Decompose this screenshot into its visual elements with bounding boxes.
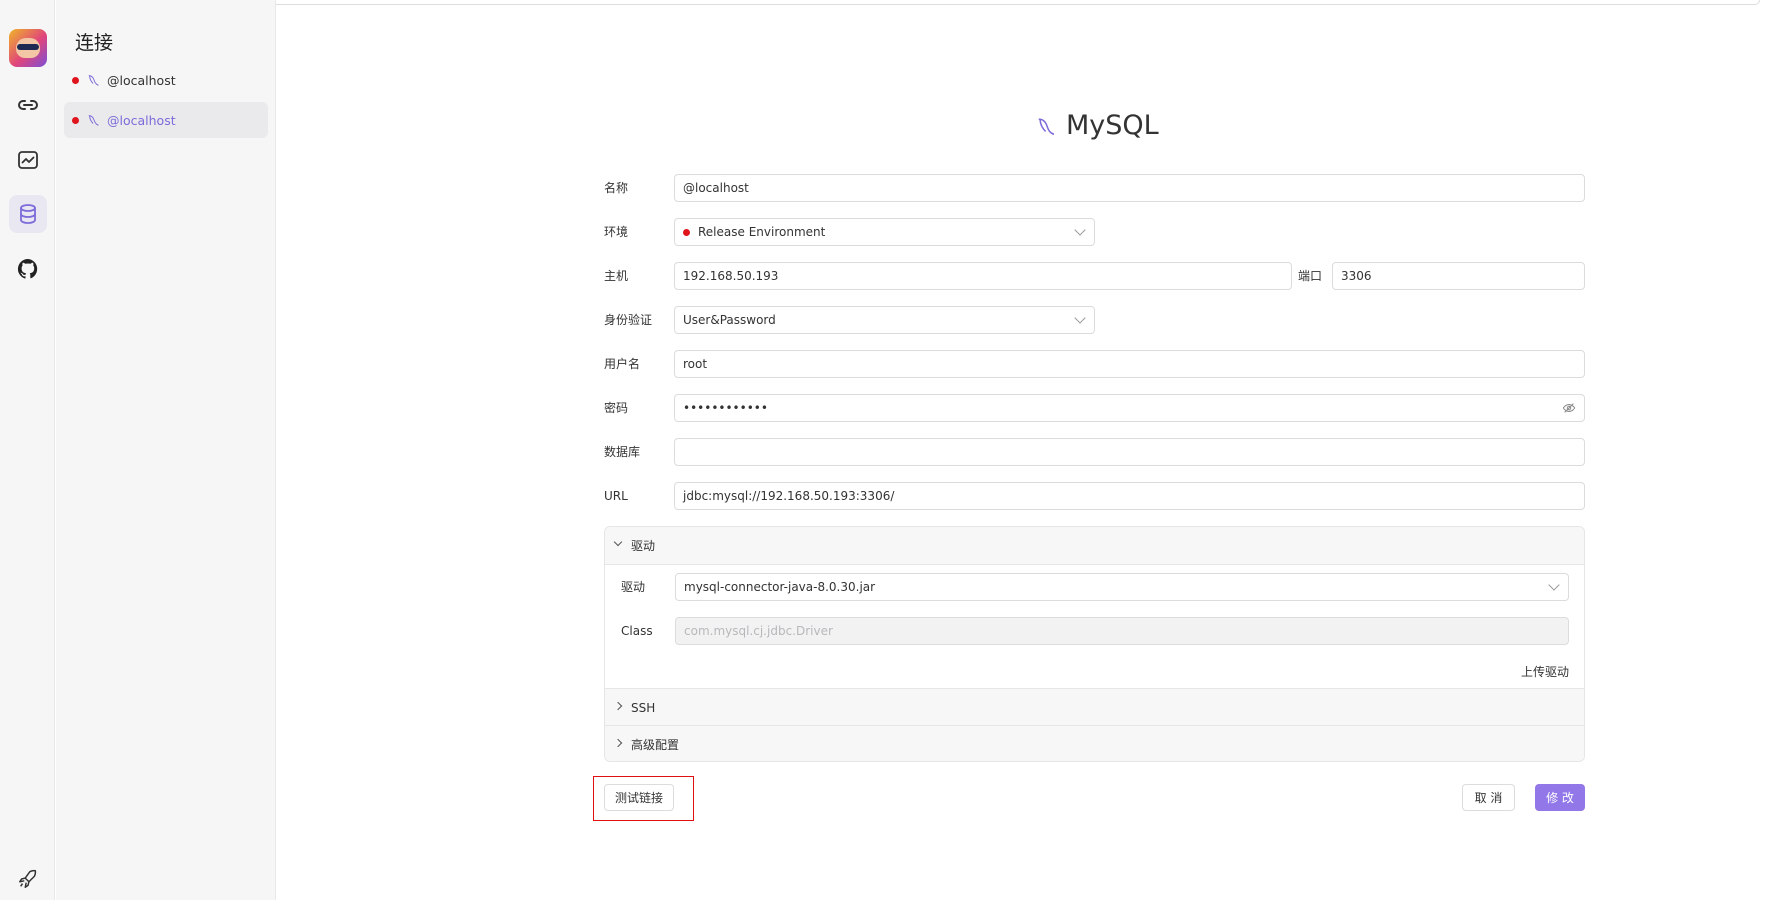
password-value: •••••••••••• [683,401,768,415]
chevron-down-icon [614,538,622,546]
icon-rail [0,0,55,900]
chevron-down-icon [1548,579,1559,590]
ssh-section-header[interactable]: SSH [605,689,1584,726]
password-input[interactable]: •••••••••••• [674,394,1585,422]
divider [605,564,1584,565]
sidebar-item-label: @localhost [107,73,176,88]
upload-driver-link[interactable]: 上传驱动 [1521,663,1569,680]
monitor-icon[interactable] [9,141,47,179]
env-select-value: Release Environment [698,225,825,239]
host-label: 主机 [604,262,628,290]
mysql-dolphin-icon [87,113,101,127]
link-icon[interactable] [9,86,47,124]
mysql-dolphin-icon [1036,115,1058,137]
status-dot-icon [72,77,79,84]
chevron-down-icon [1074,312,1085,323]
password-label: 密码 [604,394,628,422]
database-input[interactable] [674,438,1585,466]
url-input[interactable]: jdbc:mysql://192.168.50.193:3306/ [674,482,1585,510]
name-input[interactable]: @localhost [674,174,1585,202]
driver-section-title: 驱动 [631,537,655,554]
user-label: 用户名 [604,350,640,378]
database-icon[interactable] [9,195,47,233]
mysql-dolphin-icon [87,73,101,87]
sidebar-item-label: @localhost [107,113,176,128]
settings-panel: 驱动 驱动 mysql-connector-java-8.0.30.jar Cl… [604,526,1585,762]
env-status-dot-icon [683,229,690,236]
database-label: 数据库 [604,438,640,466]
sidebar-title: 连接 [75,28,113,55]
username-input[interactable]: root [674,350,1585,378]
rocket-icon[interactable] [17,868,39,890]
advanced-section-title: 高级配置 [631,736,679,753]
auth-select-value: User&Password [683,313,776,327]
chevron-down-icon [1074,224,1085,235]
env-label: 环境 [604,218,628,246]
url-label: URL [604,482,628,510]
form-title: MySQL [1066,110,1159,141]
github-icon[interactable] [9,250,47,288]
advanced-section-header[interactable]: 高级配置 [605,726,1584,762]
port-input[interactable]: 3306 [1332,262,1585,290]
ssh-section-title: SSH [631,701,655,715]
form-heading: MySQL [1036,110,1159,141]
driver-select[interactable]: mysql-connector-java-8.0.30.jar [675,573,1569,601]
submit-button[interactable]: 修 改 [1535,784,1585,811]
driver-section-header[interactable]: 驱动 [605,527,1584,564]
cancel-button[interactable]: 取 消 [1462,784,1515,811]
name-label: 名称 [604,174,628,202]
sidebar-item-connection[interactable]: @localhost [64,62,268,98]
class-input: com.mysql.cj.jdbc.Driver [675,617,1569,645]
connections-sidebar: 连接 @localhost @localhost [56,0,276,900]
eye-off-icon[interactable] [1562,401,1576,415]
app-logo-icon[interactable] [9,29,47,67]
chevron-right-icon [614,739,622,747]
browser-frame-edge [80,0,1760,5]
status-dot-icon [72,117,79,124]
driver-select-value: mysql-connector-java-8.0.30.jar [684,580,875,594]
chevron-right-icon [614,702,622,710]
test-connection-button[interactable]: 测试链接 [604,784,674,811]
sidebar-item-connection-active[interactable]: @localhost [64,102,268,138]
auth-select[interactable]: User&Password [674,306,1095,334]
driver-label: 驱动 [621,573,645,601]
host-input[interactable]: 192.168.50.193 [674,262,1292,290]
auth-label: 身份验证 [604,306,652,334]
port-label: 端口 [1298,262,1322,290]
class-label: Class [621,617,653,645]
env-select[interactable]: Release Environment [674,218,1095,246]
